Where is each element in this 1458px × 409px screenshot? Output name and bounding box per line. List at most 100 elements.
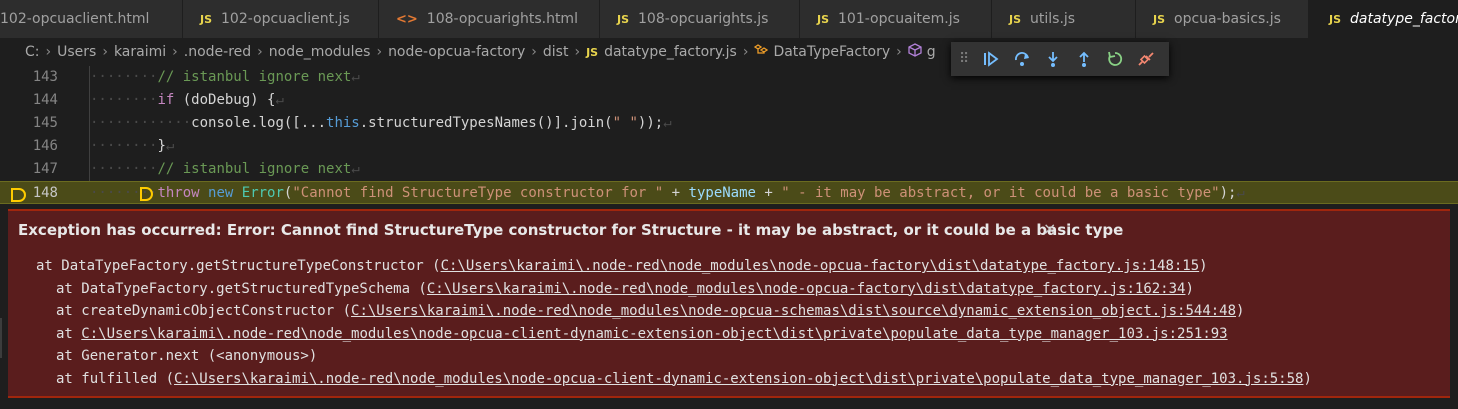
current-execution-line[interactable]: 148 ········ throw new Error("Cannot find … xyxy=(0,181,1458,204)
line-number: 144 xyxy=(32,92,58,108)
code-line[interactable]: 147 ········// istanbul ignore next↵ xyxy=(0,158,1458,181)
step-over-icon xyxy=(1014,52,1029,66)
tab-opcua-basics-js[interactable]: JS opcua-basics.js xyxy=(1136,0,1309,38)
drag-handle-icon[interactable]: ⠿ xyxy=(959,51,975,67)
close-icon[interactable]: × xyxy=(1043,219,1056,238)
tab-label: datatype_factory.js xyxy=(1350,11,1458,27)
stack-frame-function: at DataTypeFactory.getStructureTypeConst… xyxy=(36,258,441,274)
code-token: // istanbul ignore next xyxy=(157,161,352,177)
method-symbol-icon xyxy=(908,43,922,61)
breadcrumb-item[interactable]: node_modules xyxy=(269,44,371,60)
breadcrumb-item[interactable]: Users xyxy=(57,44,96,60)
line-number: 143 xyxy=(32,69,58,85)
code-token: typeName xyxy=(688,185,756,201)
javascript-file-icon: JS xyxy=(817,12,830,26)
code-editor[interactable]: 143 ········// istanbul ignore next↵ 144 ··… xyxy=(0,66,1458,209)
end-of-line-marker: ↵ xyxy=(1236,185,1245,201)
code-token: new xyxy=(208,185,234,201)
code-token: (doDebug) { xyxy=(174,92,276,108)
code-line[interactable]: 145 ············console.log([...this.stru… xyxy=(0,112,1458,135)
stack-frame-suffix: ) xyxy=(1236,303,1245,319)
stack-frame-suffix: ) xyxy=(1199,258,1208,274)
code-token: this xyxy=(326,115,360,131)
code-line[interactable]: 143 ········// istanbul ignore next↵ xyxy=(0,66,1458,89)
continue-icon xyxy=(983,51,998,67)
line-number: 148 xyxy=(32,185,58,201)
tab-label: utils.js xyxy=(1030,11,1076,27)
whitespace-markers: ········ xyxy=(90,138,158,154)
stack-frame-file-link[interactable]: C:\Users\karaimi\.node-red\node_modules\… xyxy=(441,258,1200,274)
stack-frame-file-link[interactable]: C:\Users\karaimi\.node-red\node_modules\… xyxy=(427,281,1186,297)
breadcrumb-item[interactable]: karaimi xyxy=(114,44,166,60)
code-token: .structuredTypesNames()].join( xyxy=(359,115,613,131)
code-text: ········}↵ xyxy=(90,135,174,158)
chevron-right-icon: › xyxy=(574,44,581,60)
stack-frame-file-link[interactable]: C:\Users\karaimi\.node-red\node_modules\… xyxy=(81,326,1227,342)
code-token: + xyxy=(755,185,782,201)
chevron-right-icon: › xyxy=(172,44,178,60)
chevron-right-icon: › xyxy=(45,44,52,60)
tab-101-opcuaitem-js[interactable]: JS 101-opcuaitem.js xyxy=(800,0,992,38)
code-token: )); xyxy=(637,115,664,131)
tab-label: 102-opcuaclient.js xyxy=(221,11,350,27)
whitespace-markers: ········ xyxy=(90,69,158,85)
stack-trace: at DataTypeFactory.getStructureTypeConst… xyxy=(36,255,1312,390)
code-text: ········ throw new Error("Cannot find Str… xyxy=(90,182,1245,205)
tab-108-opcuarights-js[interactable]: JS 108-opcuarights.js xyxy=(600,0,800,38)
code-line[interactable]: 146 ········}↵ xyxy=(0,135,1458,158)
class-symbol-icon xyxy=(754,44,769,60)
stack-frame-function: at createDynamicObjectConstructor ( xyxy=(56,303,352,319)
code-token: + xyxy=(663,185,689,201)
tab-datatype-factory-js[interactable]: JS datatype_factory.js xyxy=(1309,0,1458,38)
end-of-line-marker: ↵ xyxy=(663,115,672,131)
tab-utils-js[interactable]: JS utils.js xyxy=(992,0,1136,38)
code-token: } xyxy=(157,138,166,154)
code-text: ········// istanbul ignore next↵ xyxy=(90,158,360,181)
code-text: ········if (doDebug) {↵ xyxy=(90,89,284,112)
chevron-right-icon: › xyxy=(102,44,108,60)
stack-frame-function: at Generator.next (<anonymous>) xyxy=(56,348,318,364)
step-out-icon xyxy=(1078,51,1089,67)
breadcrumb-class[interactable]: DataTypeFactory xyxy=(773,44,890,60)
stack-frame: at createDynamicObjectConstructor (C:\Us… xyxy=(36,300,1312,323)
tab-108-opcuarights-html[interactable]: <> 108-opcuarights.html xyxy=(379,0,600,38)
code-token: " - it may be abstract, or it could be a… xyxy=(781,185,1220,201)
stack-frame-function: at DataTypeFactory.getStructuredTypeSche… xyxy=(56,280,427,297)
tab-label: opcua-basics.js xyxy=(1174,11,1281,27)
breadcrumb-file[interactable]: datatype_factory.js xyxy=(604,44,737,60)
line-number: 146 xyxy=(32,138,58,154)
breadcrumb: C: › Users › karaimi › .node-red › node_modu… xyxy=(0,38,1458,66)
breadcrumb-item[interactable]: dist xyxy=(543,44,569,60)
chevron-right-icon: › xyxy=(742,44,749,60)
breadcrumb-item[interactable]: C: xyxy=(25,44,40,60)
end-of-line-marker: ↵ xyxy=(275,92,284,108)
stack-frame: at fulfilled (C:\Users\karaimi\.node-red… xyxy=(36,368,1312,391)
code-token: throw xyxy=(157,185,200,201)
stack-frame-suffix: ) xyxy=(1303,370,1312,387)
stack-frame-file-link[interactable]: C:\Users\karaimi\.node-red\node_modules\… xyxy=(174,371,1303,387)
stack-frame-function: at fulfilled ( xyxy=(56,370,175,387)
stack-frame: at Generator.next (<anonymous>) xyxy=(36,345,1312,368)
javascript-file-icon: JS xyxy=(1329,12,1342,26)
end-of-line-marker: ↵ xyxy=(351,69,360,85)
code-token: console.log([... xyxy=(191,115,327,131)
code-line[interactable]: 144 ········if (doDebug) {↵ xyxy=(0,89,1458,112)
inline-breakpoint-icon[interactable] xyxy=(139,186,154,209)
code-token: if xyxy=(157,92,175,108)
breadcrumb-item[interactable]: .node-red xyxy=(184,44,251,60)
chevron-right-icon: › xyxy=(896,44,902,60)
tab-102-opcuaclient-js[interactable]: JS 102-opcuaclient.js xyxy=(183,0,379,38)
javascript-file-icon: JS xyxy=(617,12,630,26)
stack-frame: at DataTypeFactory.getStructureTypeConst… xyxy=(36,255,1312,278)
tab-102-opcuaclient-html[interactable]: 102-opcuaclient.html xyxy=(0,0,183,38)
editor-bottom xyxy=(0,398,1458,409)
chevron-right-icon: › xyxy=(531,44,537,60)
chevron-right-icon: › xyxy=(257,44,263,60)
tab-label: 101-opcuaitem.js xyxy=(838,11,960,27)
breadcrumb-item[interactable]: node-opcua-factory xyxy=(388,44,525,60)
whitespace-markers: ········ xyxy=(90,92,158,108)
breadcrumb-method[interactable]: g xyxy=(927,44,936,60)
stack-frame-file-link[interactable]: C:\Users\karaimi\.node-red\node_modules\… xyxy=(351,303,1236,319)
